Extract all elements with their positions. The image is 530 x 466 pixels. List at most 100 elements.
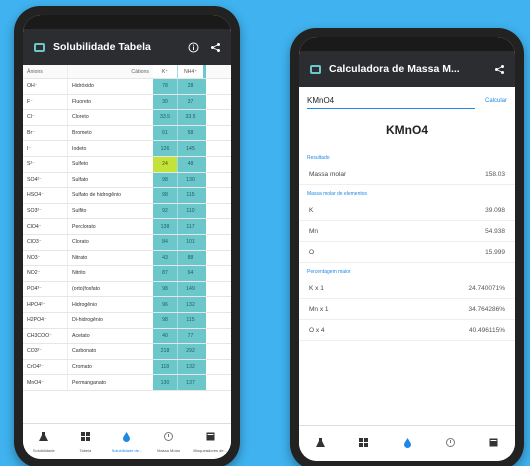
ion-cell[interactable]: PO4³⁻ xyxy=(23,286,67,292)
ion-cell[interactable]: NO3⁻ xyxy=(23,255,67,261)
ion-cell[interactable]: HPO4²⁻ xyxy=(23,302,67,308)
anion-name-cell[interactable]: Sulfato de hidrogênio xyxy=(67,188,153,203)
nh4-solubility-cell[interactable]: 137 xyxy=(178,375,203,390)
nh4-solubility-cell[interactable]: 77 xyxy=(178,328,203,344)
nav-item[interactable] xyxy=(385,426,428,461)
table-row[interactable]: NO2⁻ Nitrito 87 64 xyxy=(23,266,231,282)
nav-item[interactable]: Solubilidade de... xyxy=(106,424,148,459)
k-solubility-cell[interactable]: 126 xyxy=(153,141,178,156)
nh4-solubility-cell[interactable]: 149 xyxy=(178,281,203,297)
table-row[interactable]: S²⁻ Sulfeto 24 48 xyxy=(23,156,231,173)
k-solubility-cell[interactable]: 96 xyxy=(153,297,178,312)
ion-cell[interactable]: H2PO4⁻ xyxy=(23,317,67,323)
nav-item[interactable] xyxy=(342,426,385,461)
nh4-solubility-cell[interactable]: 115 xyxy=(178,188,203,203)
anion-name-cell[interactable]: Sulfeto xyxy=(67,156,153,172)
nav-item[interactable]: Bloqueadores de... xyxy=(189,424,231,459)
nav-item[interactable] xyxy=(429,426,472,461)
table-row[interactable]: Br⁻ Brometo 61 58 xyxy=(23,125,231,142)
k-solubility-cell[interactable]: 43 xyxy=(153,250,178,266)
nh4-solubility-cell[interactable]: 110 xyxy=(178,203,203,219)
k-solubility-cell[interactable]: 130 xyxy=(153,375,178,390)
anion-name-cell[interactable]: Sulfato xyxy=(67,172,153,188)
anion-name-cell[interactable]: Hidróxido xyxy=(67,79,153,94)
anion-name-cell[interactable]: Acetato xyxy=(67,328,153,344)
nav-item[interactable]: Solubilidade xyxy=(23,424,65,459)
anion-name-cell[interactable]: Hidrogênio xyxy=(67,297,153,312)
table-row[interactable]: SO3²⁻ Sulfito 92 110 xyxy=(23,203,231,220)
ion-cell[interactable]: Cl⁻ xyxy=(23,114,67,120)
k-solubility-cell[interactable]: 33.5 xyxy=(153,110,178,125)
table-row[interactable]: Cl⁻ Cloreto 33.5 33.5 xyxy=(23,110,231,126)
ion-cell[interactable]: CH3COO⁻ xyxy=(23,333,67,339)
k-solubility-cell[interactable]: 98 xyxy=(153,172,178,188)
formula-input[interactable] xyxy=(307,93,475,109)
k-solubility-cell[interactable]: 84 xyxy=(153,234,178,250)
ion-cell[interactable]: ClO4⁻ xyxy=(23,224,67,230)
ion-cell[interactable]: F⁻ xyxy=(23,99,67,105)
nh4-solubility-cell[interactable]: 130 xyxy=(178,172,203,188)
nh4-solubility-cell[interactable]: 145 xyxy=(178,141,203,156)
share-icon[interactable] xyxy=(491,61,507,77)
nh4-solubility-cell[interactable]: 132 xyxy=(178,297,203,312)
table-row[interactable]: SO4²⁻ Sulfato 98 130 xyxy=(23,172,231,189)
table-row[interactable]: ClO3⁻ Clorato 84 101 xyxy=(23,234,231,251)
k-solubility-cell[interactable]: 78 xyxy=(153,79,178,94)
table-row[interactable]: I⁻ Iodeto 126 145 xyxy=(23,141,231,157)
ion-cell[interactable]: HSO4⁻ xyxy=(23,192,67,198)
nav-item[interactable]: Tabela xyxy=(65,424,107,459)
column-header-k[interactable]: K⁺ xyxy=(153,65,178,78)
ion-cell[interactable]: MnO4⁻ xyxy=(23,380,67,386)
nav-item[interactable]: Massa Molar xyxy=(148,424,190,459)
share-icon[interactable] xyxy=(207,39,223,55)
ion-cell[interactable]: SO3²⁻ xyxy=(23,208,67,214)
nh4-solubility-cell[interactable]: 132 xyxy=(178,359,203,375)
table-row[interactable]: PO4³⁻ (orto)fosfato 98 149 xyxy=(23,281,231,298)
ion-cell[interactable]: I⁻ xyxy=(23,146,67,152)
ion-cell[interactable]: CrO4²⁻ xyxy=(23,364,67,370)
k-solubility-cell[interactable]: 118 xyxy=(153,359,178,375)
anion-name-cell[interactable]: Di-hidrogênio xyxy=(67,312,153,328)
ion-cell[interactable]: CO3²⁻ xyxy=(23,348,67,354)
nh4-solubility-cell[interactable]: 58 xyxy=(178,125,203,141)
anion-name-cell[interactable]: (orto)fosfato xyxy=(67,281,153,297)
table-row[interactable]: NO3⁻ Nitrato 43 88 xyxy=(23,250,231,267)
nav-item[interactable] xyxy=(472,426,515,461)
anion-name-cell[interactable]: Permanganato xyxy=(67,375,153,390)
nh4-solubility-cell[interactable]: 33.5 xyxy=(178,110,203,125)
nh4-solubility-cell[interactable]: 101 xyxy=(178,234,203,250)
k-solubility-cell[interactable]: 24 xyxy=(153,156,178,172)
table-row[interactable]: CO3²⁻ Carbonato 218 292 xyxy=(23,344,231,360)
nh4-solubility-cell[interactable]: 292 xyxy=(178,344,203,359)
ion-cell[interactable]: OH⁻ xyxy=(23,83,67,89)
ion-cell[interactable]: S²⁻ xyxy=(23,161,67,167)
table-row[interactable]: HSO4⁻ Sulfato de hidrogênio 98 115 xyxy=(23,188,231,204)
table-row[interactable]: H2PO4⁻ Di-hidrogênio 98 115 xyxy=(23,312,231,329)
k-solubility-cell[interactable]: 61 xyxy=(153,125,178,141)
nh4-solubility-cell[interactable]: 88 xyxy=(178,250,203,266)
table-row[interactable]: MnO4⁻ Permanganato 130 137 xyxy=(23,375,231,391)
ion-cell[interactable]: Br⁻ xyxy=(23,130,67,136)
nh4-solubility-cell[interactable]: 37 xyxy=(178,94,203,110)
table-row[interactable]: HPO4²⁻ Hidrogênio 96 132 xyxy=(23,297,231,313)
nh4-solubility-cell[interactable]: 48 xyxy=(178,156,203,172)
k-solubility-cell[interactable]: 138 xyxy=(153,219,178,234)
anion-name-cell[interactable]: Clorato xyxy=(67,234,153,250)
anion-name-cell[interactable]: Cloreto xyxy=(67,110,153,125)
k-solubility-cell[interactable]: 218 xyxy=(153,344,178,359)
ion-cell[interactable]: NO2⁻ xyxy=(23,270,67,276)
anion-name-cell[interactable]: Nitrito xyxy=(67,266,153,281)
k-solubility-cell[interactable]: 40 xyxy=(153,328,178,344)
k-solubility-cell[interactable]: 92 xyxy=(153,203,178,219)
nh4-solubility-cell[interactable]: 28 xyxy=(178,79,203,94)
anion-name-cell[interactable]: Nitrato xyxy=(67,250,153,266)
anion-name-cell[interactable]: Carbonato xyxy=(67,344,153,359)
column-header-nh4[interactable]: NH4⁺ xyxy=(178,65,203,78)
k-solubility-cell[interactable]: 30 xyxy=(153,94,178,110)
table-row[interactable]: ClO4⁻ Perclorato 138 117 xyxy=(23,219,231,235)
table-row[interactable]: CH3COO⁻ Acetato 40 77 xyxy=(23,328,231,345)
anion-name-cell[interactable]: Iodeto xyxy=(67,141,153,156)
k-solubility-cell[interactable]: 98 xyxy=(153,312,178,328)
info-icon[interactable] xyxy=(185,39,201,55)
nh4-solubility-cell[interactable]: 117 xyxy=(178,219,203,234)
